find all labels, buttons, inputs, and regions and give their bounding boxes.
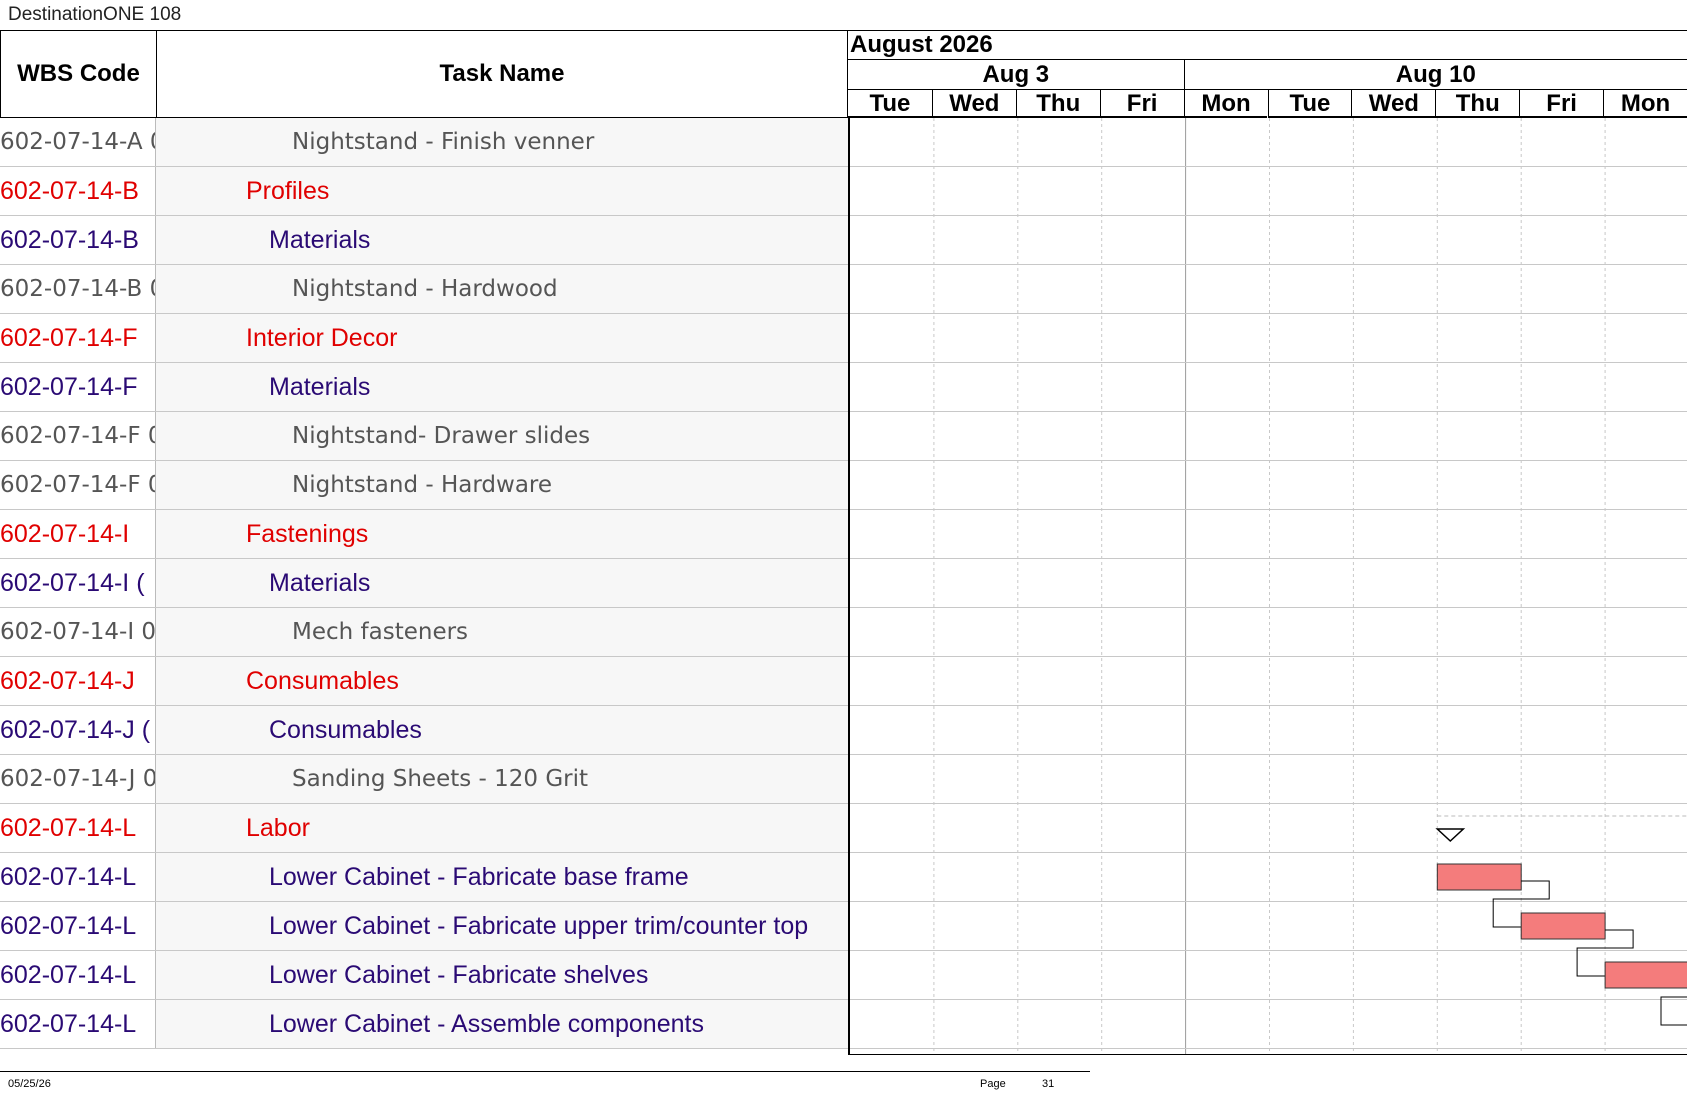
table-row[interactable]: 602-07-14-L Lower Cabinet - Fabricate she… — [0, 951, 848, 1000]
task-name-cell: Mech fasteners — [156, 608, 848, 656]
wbs-code-cell: 602-07-14-J 01 — [0, 755, 156, 803]
wbs-code-cell: 602-07-14-F — [0, 314, 156, 362]
table-row[interactable]: 602-07-14-B 0 Nightstand - Hardwood — [0, 265, 848, 314]
table-row[interactable]: 602-07-14-I Fastenings — [0, 510, 848, 559]
table-row[interactable]: 602-07-14-L Lower Cabinet - Fabricate upp… — [0, 902, 848, 951]
task-name-cell: Materials — [156, 559, 848, 607]
task-name-cell: Nightstand- Drawer slides — [156, 412, 848, 460]
table-row[interactable]: 602-07-14-J Consumables — [0, 657, 848, 706]
table-row[interactable]: 602-07-14-L Labor — [0, 804, 848, 853]
wbs-code-cell: 602-07-14-L — [0, 1000, 156, 1048]
wbs-code-cell: 602-07-14-I — [0, 510, 156, 558]
task-name-cell: Consumables — [156, 706, 848, 754]
timeline-day: Tue — [848, 90, 932, 118]
footer-date: 05/25/26 — [8, 1078, 51, 1090]
table-row[interactable]: 602-07-14-J 01 Sanding Sheets - 120 Grit — [0, 755, 848, 804]
task-name-cell: Lower Cabinet - Fabricate upper trim/cou… — [156, 902, 848, 950]
footer-divider — [0, 1071, 1090, 1072]
task-name-cell: Lower Cabinet - Fabricate base frame — [156, 853, 848, 901]
wbs-code-cell: 602-07-14-F — [0, 363, 156, 411]
task-name-cell: Profiles — [156, 167, 848, 215]
task-name-cell: Lower Cabinet - Assemble components — [156, 1000, 848, 1048]
timeline-day: Mon — [1603, 90, 1687, 118]
timeline-week: Aug 3 — [848, 60, 1184, 90]
wbs-code-cell: 602-07-14-L — [0, 853, 156, 901]
timeline-day: Fri — [1099, 90, 1184, 118]
table-row[interactable]: 602-07-14-A 0 Nightstand - Finish venner — [0, 118, 848, 167]
table-row[interactable]: 602-07-14-B Materials — [0, 216, 848, 265]
task-name-cell: Consumables — [156, 657, 848, 705]
wbs-code-cell: 602-07-14-L — [0, 951, 156, 999]
footer-page-number: 31 — [1042, 1078, 1055, 1090]
table-row[interactable]: 602-07-14-B Profiles — [0, 167, 848, 216]
wbs-code-cell: 602-07-14-A 0 — [0, 118, 156, 166]
wbs-code-header[interactable]: WBS Code — [0, 30, 156, 118]
timeline-day: Tue — [1267, 90, 1352, 118]
task-name-cell: Fastenings — [156, 510, 848, 558]
gantt-bar — [1604, 961, 1687, 989]
task-name-header[interactable]: Task Name — [156, 30, 848, 118]
wbs-code-cell: 602-07-14-L — [0, 902, 156, 950]
timeline-week: Aug 10 — [1183, 60, 1687, 90]
task-name-cell: Materials — [156, 216, 848, 264]
timeline-day: Wed — [931, 90, 1016, 118]
table-row[interactable]: 602-07-14-I 01 Mech fasteners — [0, 608, 848, 657]
task-name-cell: Sanding Sheets - 120 Grit — [156, 755, 848, 803]
task-name-cell: Nightstand - Hardware — [156, 461, 848, 509]
table-row[interactable]: 602-07-14-F 0 Nightstand - Hardware — [0, 461, 848, 510]
table-row[interactable]: 602-07-14-J (Consumables — [0, 706, 848, 755]
timeline-day: Fri — [1519, 90, 1604, 118]
table-row[interactable]: 602-07-14-L Lower Cabinet - Fabricate bas… — [0, 853, 848, 902]
gantt-chart — [848, 118, 1687, 1055]
table-row[interactable]: 602-07-14-I (Materials — [0, 559, 848, 608]
table-row[interactable]: 602-07-14-F 0 Nightstand- Drawer slides — [0, 412, 848, 461]
task-name-cell: Nightstand - Hardwood — [156, 265, 848, 313]
wbs-code-cell: 602-07-14-L — [0, 804, 156, 852]
task-name-cell: Labor — [156, 804, 848, 852]
wbs-code-cell: 602-07-14-B 0 — [0, 265, 156, 313]
timeline-day: Thu — [1435, 90, 1520, 118]
gantt-bar — [1436, 863, 1522, 891]
wbs-code-cell: 602-07-14-I 01 — [0, 608, 156, 656]
task-name-cell: Lower Cabinet - Fabricate shelves — [156, 951, 848, 999]
task-name-cell: Interior Decor — [156, 314, 848, 362]
wbs-code-cell: 602-07-14-J — [0, 657, 156, 705]
table-row[interactable]: 602-07-14-F Materials — [0, 363, 848, 412]
task-name-cell: Nightstand - Finish venner — [156, 118, 848, 166]
timeline-day: Mon — [1183, 90, 1268, 118]
wbs-code-cell: 602-07-14-F 0 — [0, 412, 156, 460]
timeline-day: Wed — [1351, 90, 1436, 118]
task-name-cell: Materials — [156, 363, 848, 411]
gantt-bar — [1520, 912, 1606, 940]
summary-marker — [1435, 828, 1466, 843]
wbs-code-cell: 602-07-14-I ( — [0, 559, 156, 607]
document-title: DestinationONE 108 — [8, 4, 182, 25]
wbs-code-cell: 602-07-14-F 0 — [0, 461, 156, 509]
wbs-code-cell: 602-07-14-B — [0, 216, 156, 264]
wbs-code-cell: 602-07-14-J ( — [0, 706, 156, 754]
table-row[interactable]: 602-07-14-L Lower Cabinet - Assemble comp… — [0, 1000, 848, 1049]
table-row[interactable]: 602-07-14-F Interior Decor — [0, 314, 848, 363]
timeline-day: Thu — [1015, 90, 1100, 118]
wbs-code-cell: 602-07-14-B — [0, 167, 156, 215]
footer-page-label: Page — [980, 1078, 1006, 1090]
timeline-month: August 2026 — [848, 30, 1687, 60]
